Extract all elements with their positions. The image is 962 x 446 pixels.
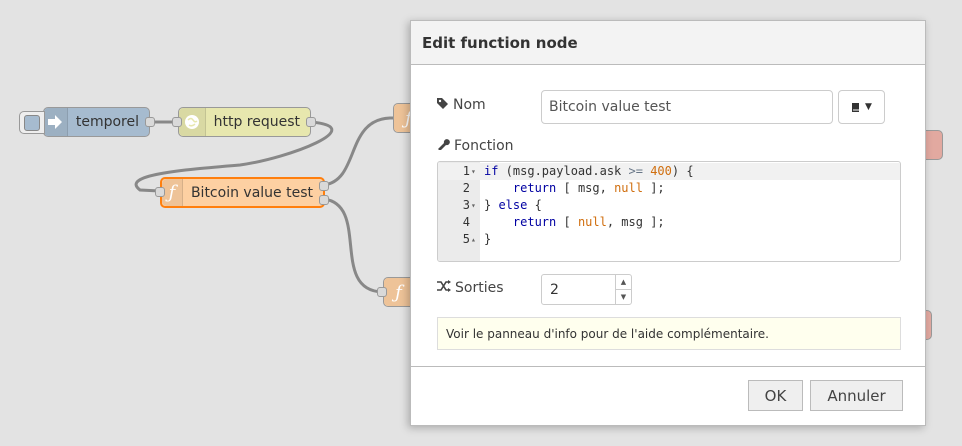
code-text: return [ null, msg ]; [512,215,665,229]
code-line[interactable]: 3 ▾ } else { [438,197,900,214]
spinner-up-icon[interactable]: ▲ [616,275,631,290]
help-tip: Voir le panneau d'info pour de l'aide co… [437,317,901,350]
edit-function-dialog: Edit function node Nom ▼ Fonction 1▾if (… [410,20,926,426]
function-out2-input-port[interactable] [377,287,387,297]
globe-icon [179,108,206,136]
code-line[interactable]: 5 ▴} [438,231,900,248]
outputs-label: Sorties [455,280,504,296]
code-text: } else { [484,198,542,212]
function-label-row: Fonction [437,137,514,154]
dialog-title: Edit function node [411,21,925,65]
code-line[interactable]: 1 ▾ if (msg.payload.ask >= 400) { [438,163,900,180]
inject-button[interactable] [19,111,45,134]
http-input-port[interactable] [172,117,182,127]
inject-node-label: temporel [75,114,139,130]
arrow-in-icon [44,108,68,136]
shuffle-icon [437,280,451,296]
line-number: 3 [462,198,470,212]
code-editor[interactable]: 1 ▾ if (msg.payload.ask >= 400) {2 return … [437,161,901,262]
wrench-icon [437,137,450,154]
fold-toggle-icon[interactable]: ▾ [471,197,476,214]
code-text: } [484,232,492,246]
fold-toggle-icon[interactable]: ▾ [471,163,476,180]
function-input-port[interactable] [155,187,165,197]
code-line[interactable]: 2 return [ msg, null ]; [438,180,900,197]
function-node[interactable]: ƒ Bitcoin value test [160,177,325,208]
ok-button[interactable]: OK [748,380,803,411]
line-number: 1 [462,164,470,178]
wire-function-out1 [323,116,398,187]
code-line[interactable]: 4 return [ null, msg ]; [438,214,900,231]
line-number: 4 [462,215,470,229]
function-output-port-2[interactable] [319,195,329,205]
name-label-row: Nom [437,97,486,113]
function-output-port-1[interactable] [319,181,329,191]
outputs-label-row: Sorties [437,280,504,296]
book-icon [851,98,861,117]
fold-toggle-icon[interactable]: ▴ [471,231,476,248]
function-node-label: Bitcoin value test [190,184,313,201]
line-number: 5 [462,232,470,246]
http-output-port[interactable] [306,117,316,127]
http-request-node-label: http request [213,114,300,130]
line-number: 2 [462,181,470,195]
inject-output-port[interactable] [145,117,155,127]
function-label: Fonction [454,137,514,154]
name-label: Nom [453,97,486,113]
name-input[interactable] [541,90,833,124]
dialog-footer: OK Annuler [411,366,925,426]
outputs-value[interactable]: 2 [542,282,615,298]
function-icon: ƒ [162,179,183,206]
spinner-down-icon[interactable]: ▼ [616,290,631,304]
outputs-spinner[interactable]: ▲ ▼ [615,275,631,304]
tag-icon [437,97,449,113]
outputs-stepper[interactable]: 2 ▲ ▼ [541,274,632,305]
icon-picker-button[interactable]: ▼ [838,90,885,124]
inject-node[interactable]: temporel [43,107,150,137]
cancel-button[interactable]: Annuler [810,380,903,411]
http-request-node[interactable]: http request [178,107,311,137]
code-text: return [ msg, null ]; [512,181,665,195]
code-text: if (msg.payload.ask >= 400) { [484,164,694,178]
caret-down-icon: ▼ [865,102,872,112]
wire-function-out2 [323,197,383,294]
